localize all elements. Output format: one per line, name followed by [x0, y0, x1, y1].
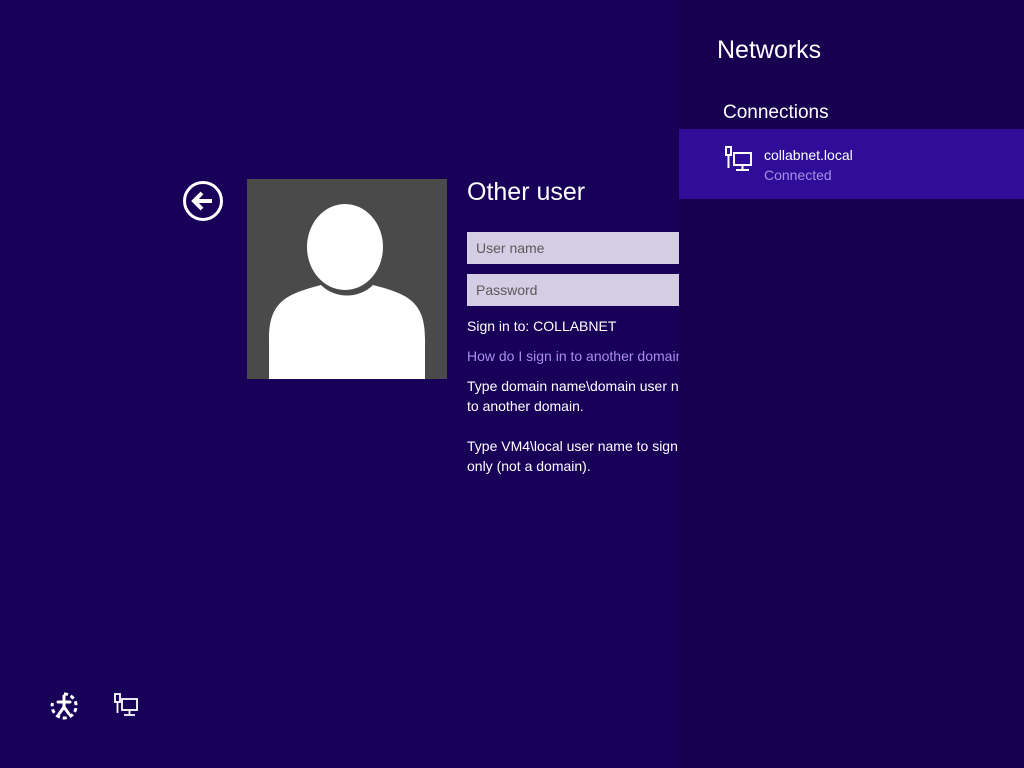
network-button[interactable]: [112, 692, 142, 720]
page-title: Other user: [467, 178, 586, 206]
network-icon: [114, 693, 138, 716]
back-button[interactable]: [182, 180, 224, 222]
help-text-line: to another domain.: [467, 398, 584, 414]
connection-item[interactable]: collabnet.local Connected: [679, 129, 1024, 199]
networks-title: Networks: [717, 36, 822, 64]
password-field[interactable]: [467, 274, 679, 306]
help-text: Type domain name\domain user name to sig…: [467, 376, 679, 476]
help-text-line: only (not a domain).: [467, 458, 591, 474]
ease-of-access-button[interactable]: [48, 690, 80, 722]
networks-flyout: Networks Connections collabnet.local Con…: [679, 0, 1024, 768]
login-panel: Other user Sign in to: COLLABNET How do …: [467, 174, 679, 476]
back-arrow-icon: [183, 181, 223, 221]
ease-of-access-icon: [50, 692, 78, 720]
connections-heading: Connections: [723, 102, 829, 123]
wired-network-icon: [725, 146, 752, 171]
avatar: [247, 179, 447, 379]
username-field[interactable]: [467, 232, 679, 264]
user-silhouette-icon: [269, 204, 425, 379]
connection-status: Connected: [764, 167, 832, 183]
help-text-line: Type domain name\domain user name to sig…: [467, 378, 679, 394]
help-text-line: Type VM4\local user name to sign in to t…: [467, 438, 679, 454]
sign-in-domain-label: Sign in to: COLLABNET: [467, 318, 617, 334]
help-link[interactable]: How do I sign in to another domain?: [467, 346, 679, 366]
connection-name: collabnet.local: [764, 147, 853, 163]
